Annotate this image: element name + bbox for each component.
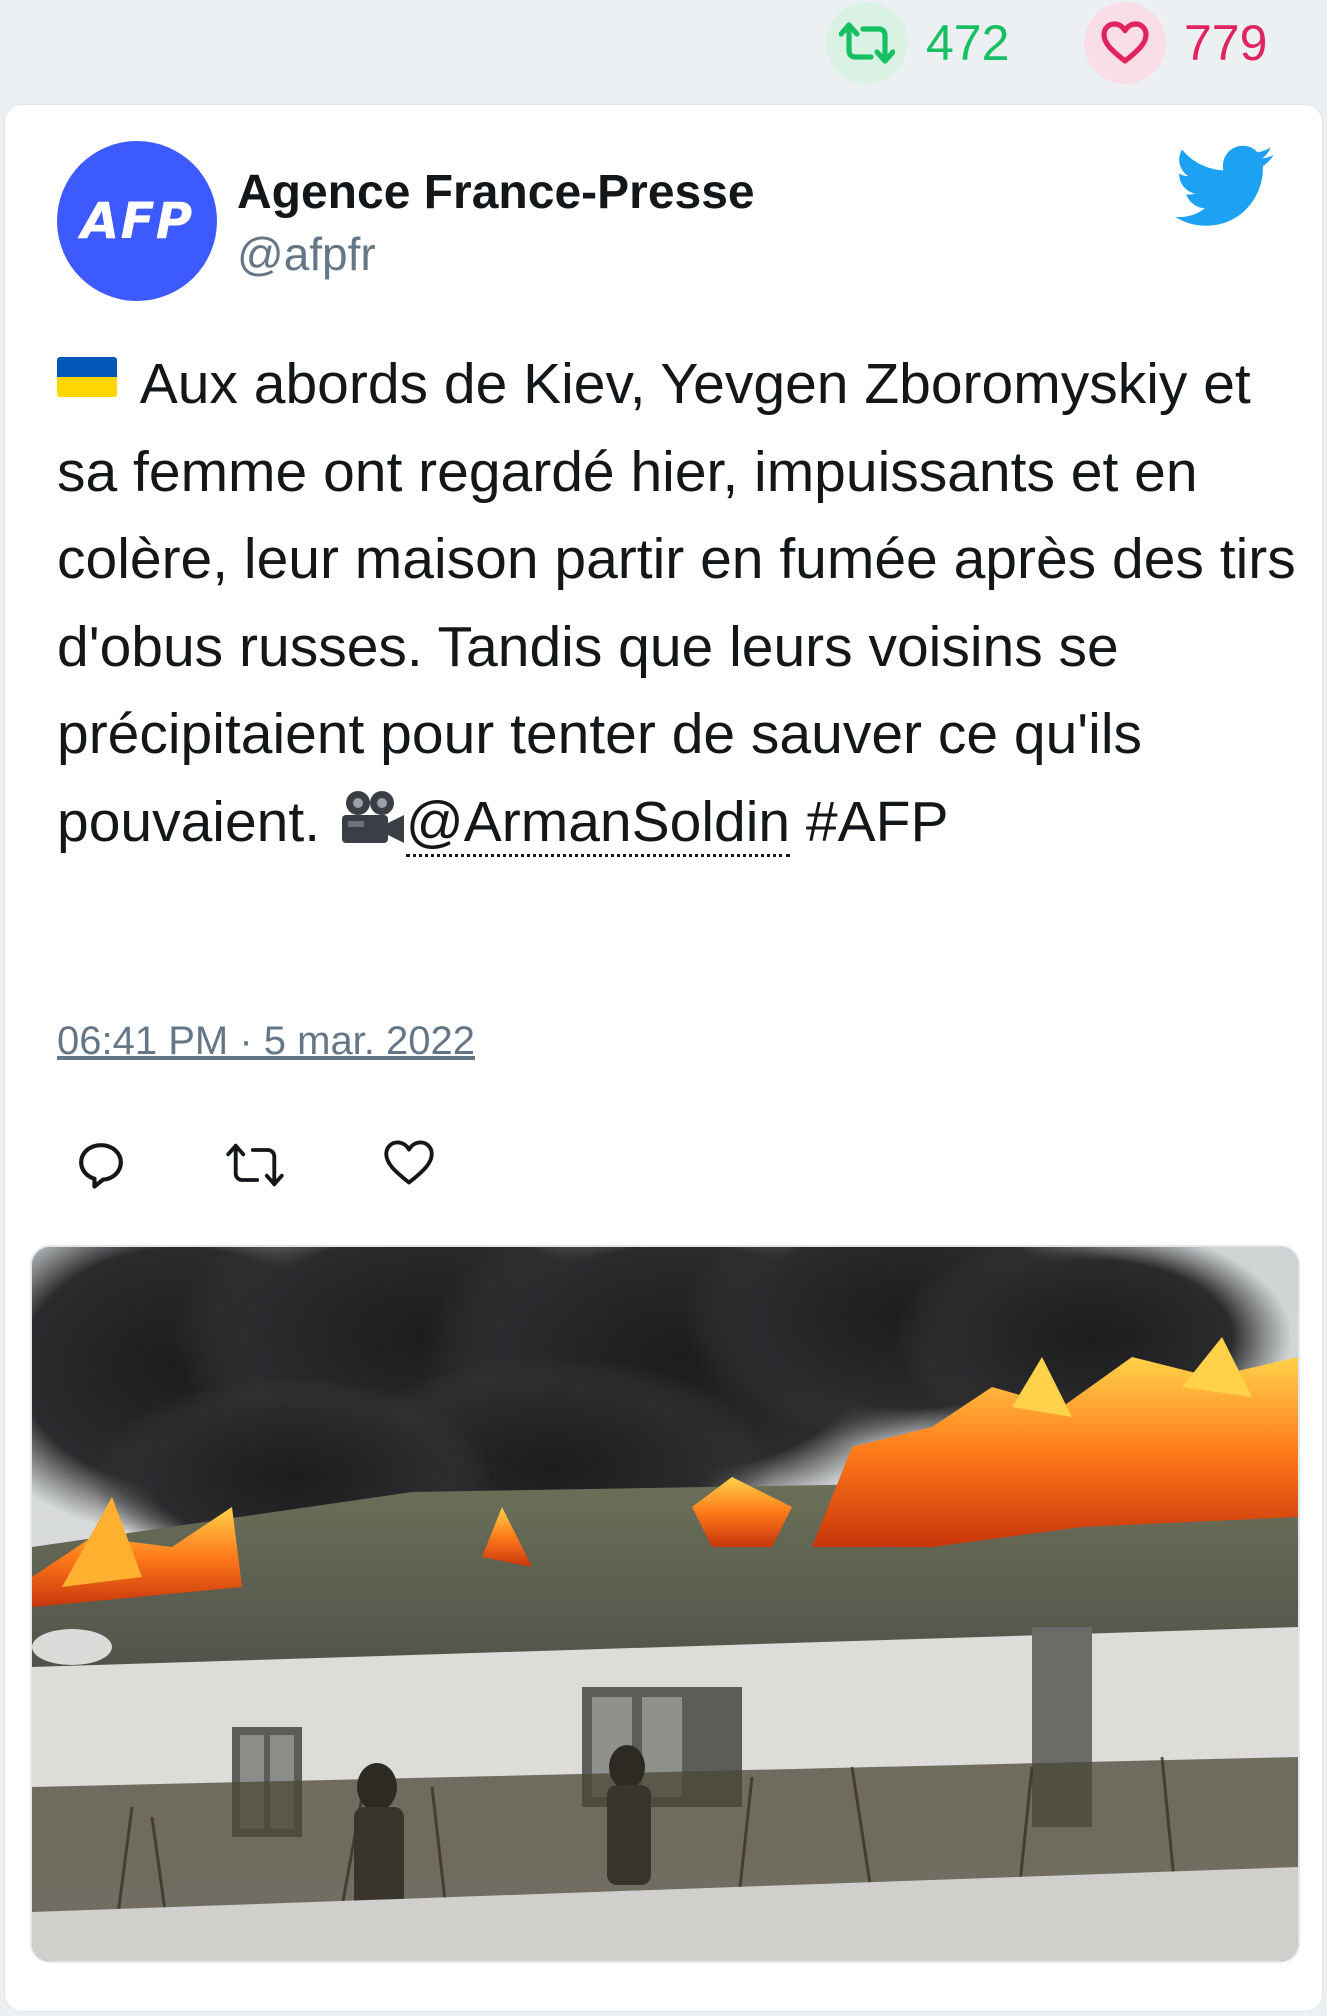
ukraine-flag-icon [57,357,117,397]
heart-icon[interactable] [1084,2,1166,84]
engagement-summary: 472 779 [0,0,1327,100]
author-handle[interactable]: @afpfr [237,227,376,281]
mention-link[interactable]: @ArmanSoldin [405,789,791,857]
like-count: 779 [1184,15,1268,71]
twitter-bird-icon[interactable] [1175,145,1275,229]
retweet-icon[interactable] [826,2,908,84]
burning-house-image [32,1247,1298,1961]
author-name[interactable]: Agence France-Presse [237,165,755,220]
video-camera-icon [336,787,406,851]
like-count-stat[interactable]: 779 [1084,2,1267,84]
hashtag-link[interactable]: #AFP [790,790,949,854]
retweet-count-stat[interactable]: 472 [826,2,1009,84]
retweet-count: 472 [926,15,1010,71]
tweet-timestamp[interactable]: 06:41 PM · 5 mar. 2022 [57,1019,475,1064]
avatar[interactable]: AFP [57,141,217,301]
tweet-text-main: Aux abords de Kiev, Yevgen Zboromyskiy e… [57,352,1312,854]
avatar-logo-text: AFP [80,192,194,250]
reply-icon[interactable] [73,1137,129,1193]
retweet-action-icon[interactable] [225,1137,284,1193]
like-action-icon[interactable] [383,1137,439,1193]
tweet-card: AFP Agence France-Presse @afpfr Aux abor… [4,104,1323,2012]
tweet-video-thumbnail[interactable] [30,1245,1300,1963]
tweet-body: Aux abords de Kiev, Yevgen Zboromyskiy e… [57,341,1297,866]
